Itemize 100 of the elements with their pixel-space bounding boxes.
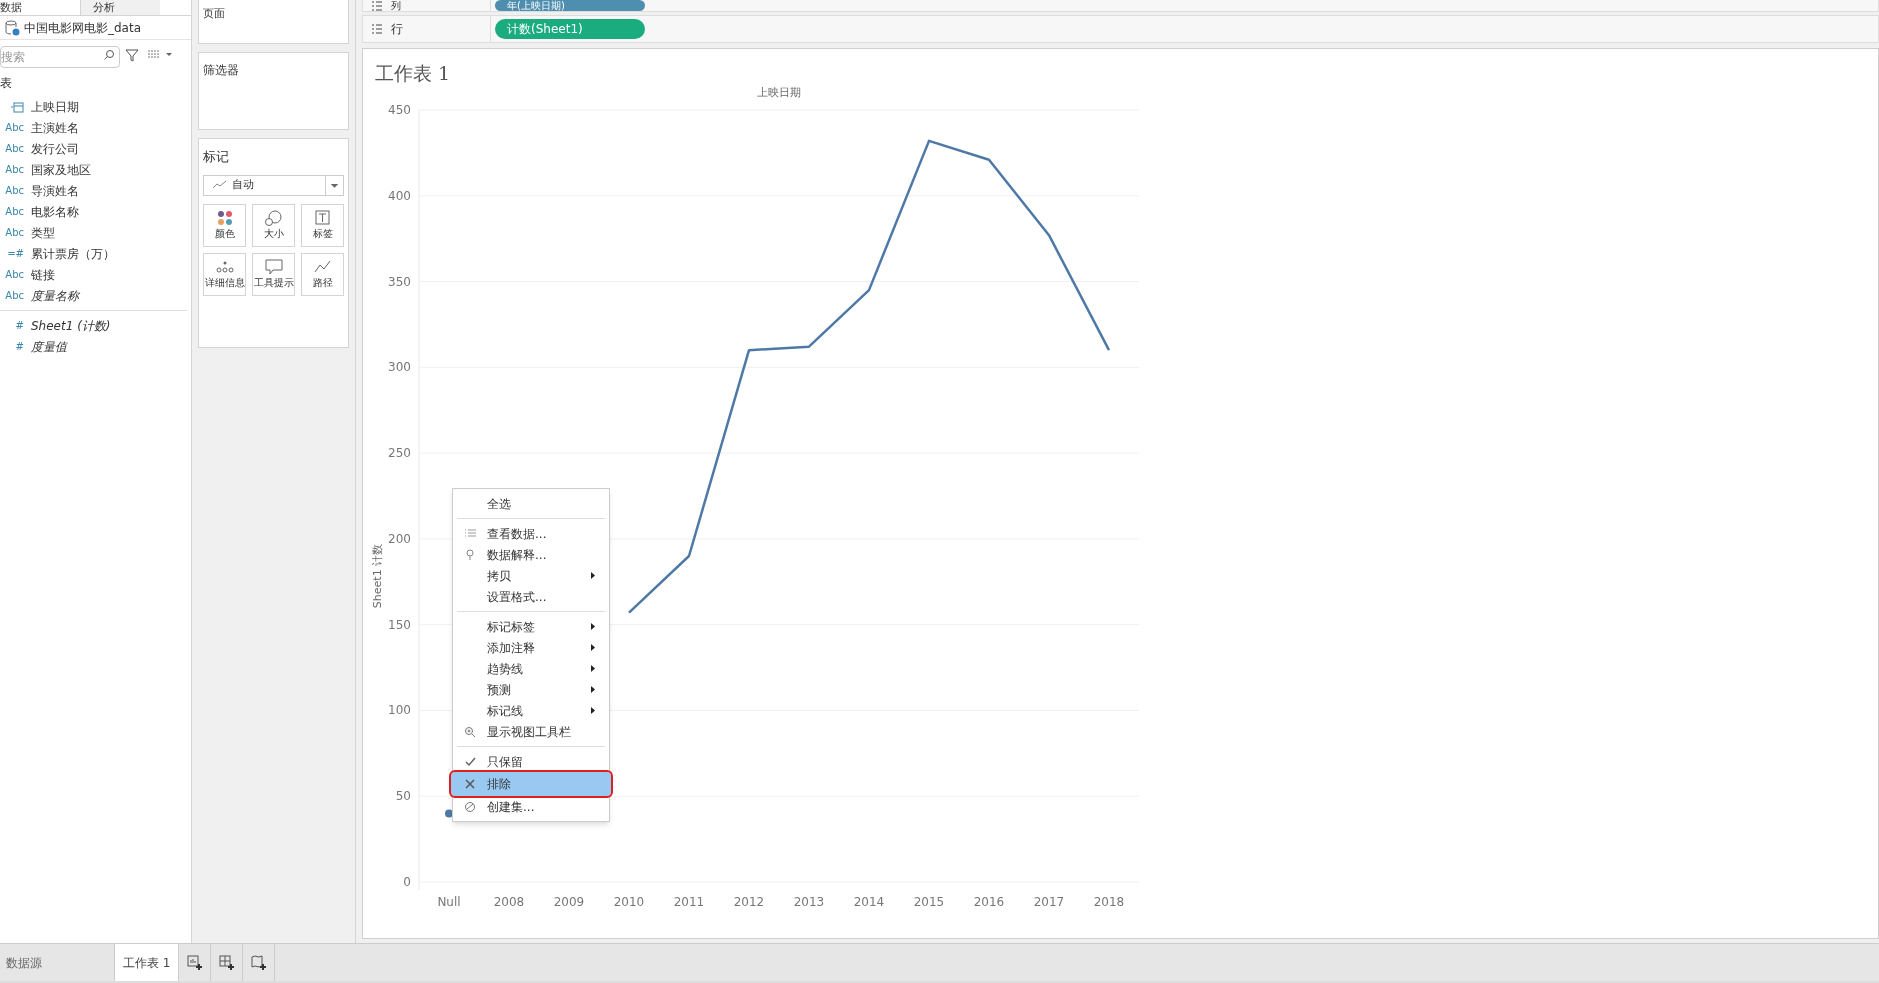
calendar-icon <box>10 100 24 113</box>
card-title: 筛选器 <box>203 63 239 77</box>
x-tick-label: 2008 <box>493 894 525 909</box>
marks-card-button[interactable]: 大小 <box>252 203 295 247</box>
field-item[interactable]: 上映日期 <box>31 97 79 116</box>
data-source-name[interactable]: 中国电影网电影_data <box>24 18 142 37</box>
y-tick-label: 250 <box>388 445 411 460</box>
section-heading: 表 <box>0 75 13 92</box>
field-item[interactable]: Sheet1 (计数) <box>31 316 111 335</box>
menu-item-icon <box>464 725 476 738</box>
new-story-icon[interactable] <box>249 953 268 972</box>
field-type-icon: Abc <box>5 288 24 303</box>
field-item[interactable]: 类型 <box>31 223 55 242</box>
menu-item[interactable]: 趋势线 <box>453 658 609 679</box>
mark-property-icon <box>263 259 284 275</box>
filter-icon[interactable] <box>124 47 140 63</box>
field-item[interactable]: 主演姓名 <box>31 118 79 137</box>
mark-property-icon <box>312 210 333 226</box>
shelf-label: 行 <box>391 21 403 38</box>
field-type-icon: # <box>15 339 24 354</box>
marks-card-button[interactable]: 颜色 <box>203 203 246 247</box>
search-field[interactable]: 搜索 <box>0 46 120 68</box>
panel-tab[interactable]: 分析 <box>80 0 160 15</box>
y-tick-label: 0 <box>403 874 411 889</box>
x-tick-label: 2014 <box>853 894 885 909</box>
menu-item[interactable]: 添加注释 <box>453 637 609 658</box>
y-tick-label: 300 <box>388 359 411 374</box>
menu-item[interactable]: 拷贝 <box>453 565 609 586</box>
field-pill[interactable]: 年(上映日期) <box>495 0 645 11</box>
menu-item[interactable]: 查看数据... <box>453 523 609 544</box>
field-item[interactable]: 导演姓名 <box>31 181 79 200</box>
field-item[interactable]: 度量值 <box>31 337 67 356</box>
mark-type-dropdown[interactable]: 自动 <box>203 174 344 196</box>
menu-item-icon <box>464 800 476 813</box>
marks-card-button[interactable]: 详细信息 <box>203 252 246 296</box>
menu-item-icon <box>464 755 476 768</box>
list-icon <box>371 24 383 34</box>
x-tick-label: 2012 <box>733 894 765 909</box>
field-type-icon: # <box>15 318 24 333</box>
menu-item[interactable]: 显示视图工具栏 <box>453 721 609 742</box>
x-tick-label: 2011 <box>673 894 705 909</box>
new-worksheet-icon[interactable] <box>185 953 204 972</box>
menu-item-icon <box>464 527 476 540</box>
field-type-icon: Abc <box>5 162 24 177</box>
chart-title: 上映日期 <box>757 85 801 99</box>
menu-item-icon <box>464 778 476 790</box>
y-axis-label: Sheet1 计数 <box>371 543 384 608</box>
field-item[interactable]: 发行公司 <box>31 139 79 158</box>
field-item[interactable]: 国家及地区 <box>31 160 91 179</box>
mark-property-icon <box>214 259 235 275</box>
data-point[interactable] <box>445 808 453 817</box>
search-icon <box>103 49 115 61</box>
x-tick-label: 2013 <box>793 894 825 909</box>
card-title: 页面 <box>203 7 225 20</box>
card-title: 标记 <box>203 148 230 166</box>
menu-item[interactable]: 标记标签 <box>453 616 609 637</box>
field-type-icon: Abc <box>5 183 24 198</box>
sheet-tab[interactable]: 工作表 1 <box>114 944 180 981</box>
marks-card-button[interactable]: 标签 <box>301 203 344 247</box>
shelf-label: 列 <box>391 0 401 11</box>
menu-item[interactable]: 标记线 <box>453 700 609 721</box>
database-icon <box>4 19 20 36</box>
field-type-icon: Abc <box>5 225 24 240</box>
line-icon <box>212 180 228 190</box>
sheet-tab[interactable]: 数据源 <box>0 944 64 981</box>
x-tick-label: 2010 <box>613 894 645 909</box>
field-type-icon: Abc <box>5 141 24 156</box>
x-tick-label: 2016 <box>973 894 1005 909</box>
x-tick-label: 2018 <box>1093 894 1125 909</box>
field-item[interactable]: 链接 <box>31 265 55 284</box>
marks-card-button[interactable]: 路径 <box>301 252 344 296</box>
menu-item[interactable]: 预测 <box>453 679 609 700</box>
y-tick-label: 150 <box>388 617 411 632</box>
x-tick-label: 2017 <box>1033 894 1065 909</box>
new-dashboard-icon[interactable] <box>217 953 236 972</box>
y-tick-label: 50 <box>395 788 411 803</box>
menu-item[interactable]: 只保留 <box>453 751 609 772</box>
field-item[interactable]: 累计票房（万） <box>31 244 115 263</box>
y-tick-label: 350 <box>388 274 411 289</box>
field-item[interactable]: 度量名称 <box>31 286 79 305</box>
menu-item[interactable]: 设置格式... <box>453 586 609 607</box>
y-tick-label: 400 <box>388 188 411 203</box>
menu-item[interactable]: 全选 <box>453 493 609 514</box>
menu-item[interactable]: 数据解释... <box>453 544 609 565</box>
field-type-icon: =# <box>7 246 24 261</box>
x-tick-label: 2015 <box>913 894 945 909</box>
mark-property-icon <box>263 210 284 226</box>
field-type-icon: Abc <box>5 120 24 135</box>
field-item[interactable]: 电影名称 <box>31 202 79 221</box>
worksheet-title: 工作表 1 <box>374 61 452 86</box>
menu-item-icon <box>464 548 476 561</box>
field-type-icon: Abc <box>5 204 24 219</box>
mark-property-icon <box>312 259 333 275</box>
y-tick-label: 100 <box>388 702 411 717</box>
x-tick-label: 2009 <box>553 894 585 909</box>
marks-card-button[interactable]: 工具提示 <box>252 252 295 296</box>
x-tick-label: Null <box>437 894 461 909</box>
field-type-icon: Abc <box>5 267 24 282</box>
menu-item[interactable]: 创建集... <box>453 796 609 817</box>
menu-item[interactable]: 排除 <box>451 772 611 796</box>
